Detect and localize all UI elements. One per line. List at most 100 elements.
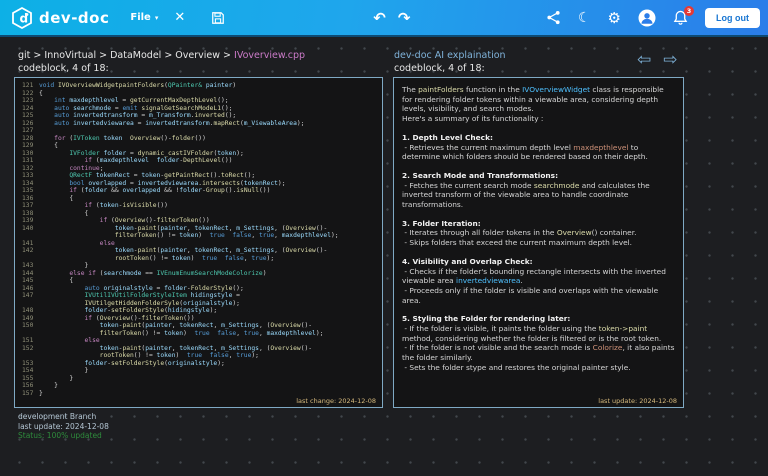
code-text: filterToken() != token) true false, true… [99, 329, 324, 337]
code-text: else [84, 337, 100, 344]
file-menu[interactable]: File ▾ [130, 12, 158, 23]
code-lines: 121 void IVOverviewWidgetpaintFolders(QPa… [15, 78, 382, 397]
status-block: development Branch last update: 2024-12-… [18, 412, 109, 441]
code-line: 139 if (Overview()-filterToken()) [15, 217, 382, 225]
logo-hexagon-icon: d [12, 6, 32, 29]
undo-icon[interactable]: ↶ [373, 9, 386, 27]
explanation-paragraph: - Retrieves the current maximum depth le… [402, 142, 648, 162]
code-line: 130 IVFolder folder = dynamic_castIVFold… [15, 150, 382, 158]
code-text: auto originalstyle = folder-FolderStyle(… [84, 284, 244, 292]
ai-explanation-panel[interactable]: The paintFolders function in the IVOverv… [393, 77, 684, 408]
explanation-paragraph: - Checks if the folder's bounding rectan… [402, 266, 669, 286]
code-text: { [39, 89, 43, 97]
line-number: 133 [22, 172, 34, 179]
code-text: { [39, 277, 74, 284]
code-text: else [99, 239, 115, 247]
breadcrumb[interactable]: git > InnoVirtual > DataModel > Overview… [18, 50, 305, 63]
line-number: 123 [22, 97, 34, 104]
code-line: 156 } [15, 382, 382, 390]
codeblock-counter: codeblock, 4 of 18: [394, 62, 485, 74]
last-update-label: last update: 2024-12-08 [18, 421, 109, 431]
explanation-paragraph: - If the folder is visible, it paints th… [402, 324, 662, 343]
code-text: bool overlapped = invertedviewarea.inter… [69, 179, 286, 187]
branch-label: development Branch [18, 412, 97, 421]
code-text: } [39, 382, 58, 389]
explanation-heading: 4. Visibility and Overlap Check: [402, 256, 533, 266]
line-number: 129 [22, 142, 34, 149]
explanation-paragraph: - Proceeds only if the folder is visible… [402, 285, 661, 305]
explanation-paragraph: - Skips folders that exceed the current … [402, 238, 633, 248]
explanation-paragraph: - Iterates through all folder tokens in … [402, 228, 637, 238]
code-line: 145 { [15, 277, 382, 285]
line-number: 155 [22, 374, 34, 382]
code-line: 132 continue; [15, 165, 382, 173]
close-icon[interactable]: ✕ [174, 10, 185, 25]
explanation-heading: 3. Folder Iteration: [402, 218, 481, 228]
line-number [15, 232, 39, 240]
code-text: else if (searchmode == IVEnumEnumSearchM… [69, 269, 267, 277]
code-line: rootToken() != token) true false, true); [15, 352, 382, 360]
notifications-bell-icon[interactable]: 3 [673, 5, 694, 26]
line-number: 157 [22, 389, 34, 397]
line-number: 132 [22, 164, 34, 172]
app-window: d dev-doc File ▾ ✕ ↶ ↷ ☾ ⚙ 3 Log out git… [0, 0, 768, 476]
code-text: } [39, 367, 89, 374]
share-icon[interactable] [546, 10, 561, 25]
code-line: 123 int maxdepthlevel = getCurrentMaxDep… [15, 97, 382, 105]
code-text: auto searchmode = emit signalGetSearchMo… [54, 104, 233, 112]
code-text: IVUtilIVUtilFolderStyleItem hidingstyle … [84, 292, 240, 299]
line-number: 154 [22, 367, 34, 374]
code-text: rootToken() != token) true false, true); [114, 254, 275, 262]
redo-icon[interactable]: ↷ [398, 9, 411, 27]
line-number: 127 [22, 127, 34, 134]
breadcrumb-path[interactable]: git > InnoVirtual > DataModel > Overview… [18, 50, 234, 61]
line-number: 134 [22, 179, 34, 187]
explanation-heading: 5. Styling the Folder for rendering late… [402, 314, 571, 324]
ai-panel-header: dev-doc AI explaination codeblock, 4 of … [394, 50, 506, 75]
chevron-down-icon: ▾ [154, 13, 159, 22]
code-text: QRectF tokenRect = token-getPaintRect().… [69, 172, 256, 179]
line-number: 139 [22, 217, 34, 224]
code-text: void IVOverviewWidgetpaintFolders(QPaint… [39, 82, 237, 89]
breadcrumb-file[interactable]: IVoverview.cpp [234, 50, 305, 61]
save-icon[interactable] [211, 11, 225, 25]
code-line: 140 token-paint(painter, tokenRect, m_Se… [15, 225, 382, 233]
settings-gear-icon[interactable]: ⚙ [608, 9, 621, 27]
code-text: if (Overview()-filterToken()) [99, 217, 210, 224]
line-number: 151 [22, 337, 34, 344]
code-line: 122 { [15, 90, 382, 98]
code-line: 148 folder-setFolderStyle(hidingstyle); [15, 307, 382, 315]
explanation-paragraph: The paintFolders function in the IVOverv… [402, 85, 667, 114]
code-line: filterToken() != token) true false, true… [15, 330, 382, 338]
line-number: 148 [22, 307, 34, 314]
line-number: 136 [22, 194, 34, 202]
code-line: 142 token-paint(painter, tokenRect, m_Se… [15, 247, 382, 255]
code-panel[interactable]: 121 void IVOverviewWidgetpaintFolders(QPa… [14, 77, 383, 408]
previous-block-arrow-icon[interactable]: ⇦ [637, 50, 651, 70]
code-text: if (Overview()-filterToken()) [84, 314, 195, 322]
code-line: 141 else [15, 240, 382, 248]
line-number: 150 [22, 322, 34, 329]
code-text: } [39, 262, 89, 269]
code-text: folder-setFolderStyle(hidingstyle); [84, 307, 218, 314]
code-line: 146 auto originalstyle = folder-FolderSt… [15, 285, 382, 293]
next-block-arrow-icon[interactable]: ⇨ [663, 50, 677, 70]
code-text: continue; [69, 164, 104, 172]
code-line: 143 } [15, 262, 382, 270]
code-text: token-paint(painter, tokenRect, m_Settin… [99, 344, 313, 352]
dark-mode-moon-icon[interactable]: ☾ [578, 10, 591, 26]
code-line: 125 auto invertedtransform = m_Transform… [15, 112, 382, 120]
explanation-paragraph: Here's a summary of its functionality : [402, 114, 544, 124]
explanation-heading: 2. Search Mode and Transformations: [402, 170, 559, 180]
code-line: 150 token-paint(painter, tokenRect, m_Se… [15, 322, 382, 330]
logout-button[interactable]: Log out [705, 7, 760, 28]
explanation-body: The paintFolders function in the IVOverv… [394, 78, 683, 373]
code-text: filterToken() != token) true false, true… [114, 232, 339, 239]
user-avatar[interactable] [638, 9, 656, 27]
codeblock-counter: codeblock, 4 of 18: [18, 62, 109, 74]
line-number: 156 [22, 382, 34, 389]
code-text: { [39, 209, 89, 217]
